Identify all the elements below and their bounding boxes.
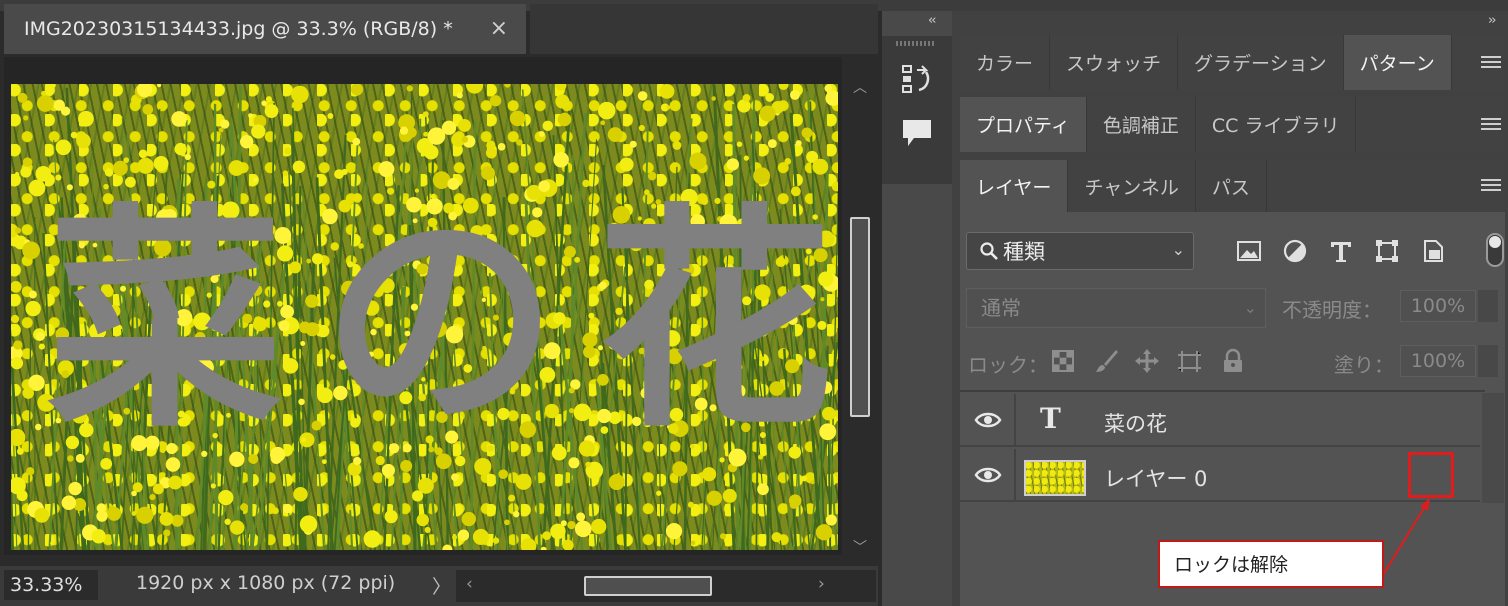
lock-artboard-icon[interactable]: [1176, 348, 1202, 374]
expand-panels-icon[interactable]: ››: [1488, 13, 1497, 28]
chevron-down-icon: ⌄: [1171, 240, 1185, 259]
layer-kind-filter[interactable]: 種類 ⌄: [966, 232, 1194, 270]
tab-adjustments[interactable]: 色調補正: [1087, 97, 1196, 152]
document-tab[interactable]: IMG20230315134433.jpg @ 33.3% (RGB/8) * …: [4, 4, 526, 54]
scroll-down-icon[interactable]: ﹀: [853, 537, 867, 557]
lock-highlight-box: [1408, 452, 1454, 498]
fill-label: 塗り：: [1334, 353, 1394, 377]
zoom-field[interactable]: 33.33%: [4, 570, 98, 600]
horizontal-scroll-thumb[interactable]: [584, 576, 712, 596]
tab-bar-empty: [530, 4, 878, 54]
eye-icon[interactable]: [974, 465, 1002, 485]
opacity-label: 不透明度：: [1282, 298, 1382, 322]
status-bar: 33.33% 1920 px x 1080 px (72 ppi) 〉 ‹ ›: [0, 566, 878, 606]
close-tab-icon[interactable]: ×: [490, 16, 508, 41]
lock-label: ロック：: [968, 353, 1048, 377]
horizontal-scrollbar[interactable]: ‹ ›: [456, 570, 876, 602]
lock-transparent-pixels-icon[interactable]: [1050, 348, 1076, 374]
canvas-text-layer: 菜 の 花: [47, 172, 837, 472]
opacity-field[interactable]: 100%: [1400, 290, 1476, 322]
layer-name[interactable]: レイヤー 0: [1104, 463, 1207, 493]
tab-patterns[interactable]: パターン: [1343, 35, 1452, 90]
scroll-left-icon[interactable]: ‹: [466, 574, 473, 594]
visibility-cell[interactable]: [960, 394, 1016, 445]
lock-all-icon[interactable]: [1220, 348, 1246, 374]
search-icon: [980, 242, 998, 260]
tab-properties[interactable]: プロパティ: [960, 97, 1087, 152]
layers-list-divider: [960, 390, 1485, 392]
grip-handle[interactable]: [896, 41, 936, 46]
blend-mode-select[interactable]: 通常 ⌄: [966, 288, 1266, 328]
tab-cc-libraries[interactable]: CC ライブラリ: [1196, 97, 1357, 152]
filter-smart-object-icon[interactable]: [1420, 238, 1446, 264]
blend-mode-value: 通常: [981, 296, 1021, 320]
icon-dock: [882, 36, 952, 184]
collapse-panels-icon[interactable]: ‹‹: [928, 13, 937, 28]
tab-gradients[interactable]: グラデーション: [1178, 35, 1344, 90]
layer-row[interactable]: T 菜の花: [960, 394, 1480, 447]
filter-type-layer-icon[interactable]: [1328, 238, 1354, 264]
chevron-down-icon: ⌄: [1243, 298, 1257, 317]
scroll-right-icon[interactable]: ›: [818, 574, 825, 594]
tab-paths[interactable]: パス: [1196, 160, 1267, 212]
document-info: 1920 px x 1080 px (72 ppi): [136, 572, 396, 594]
properties-panel-tabs: プロパティ 色調補正 CC ライブラリ: [960, 97, 1505, 152]
history-icon[interactable]: [900, 62, 934, 96]
filter-shape-layer-icon[interactable]: [1374, 238, 1400, 264]
layer-row[interactable]: レイヤー 0: [960, 449, 1480, 502]
filter-pixel-layer-icon[interactable]: [1236, 238, 1262, 264]
panel-menu-icon[interactable]: [1481, 179, 1501, 193]
scroll-up-icon[interactable]: ︿: [853, 77, 867, 97]
tab-swatches[interactable]: スウォッチ: [1050, 35, 1179, 90]
eye-icon[interactable]: [974, 410, 1002, 430]
visibility-cell[interactable]: [960, 449, 1016, 500]
status-menu-chevron-icon[interactable]: 〉: [432, 572, 451, 599]
vertical-scrollbar[interactable]: ︿ ﹀: [846, 73, 874, 563]
document-tab-title: IMG20230315134433.jpg @ 33.3% (RGB/8) *: [24, 18, 453, 40]
canvas-char-3: 花: [596, 184, 837, 459]
canvas-char-1: 菜: [47, 184, 288, 459]
tab-layers[interactable]: レイヤー: [960, 160, 1069, 212]
color-panel-tabs: カラー スウォッチ グラデーション パターン: [960, 35, 1505, 90]
lock-position-move-icon[interactable]: [1134, 348, 1160, 374]
comment-icon[interactable]: [900, 116, 934, 150]
canvas-image[interactable]: 菜 の 花: [11, 84, 838, 550]
layers-panel-tabs: レイヤー チャンネル パス: [960, 160, 1505, 212]
tab-channels[interactable]: チャンネル: [1068, 160, 1196, 212]
fill-slider-toggle[interactable]: [1478, 345, 1498, 377]
canvas-char-2: の: [321, 184, 562, 459]
tab-color[interactable]: カラー: [960, 35, 1051, 90]
layer-name[interactable]: 菜の花: [1104, 408, 1167, 438]
fill-field[interactable]: 100%: [1400, 345, 1476, 377]
panel-menu-icon[interactable]: [1481, 118, 1501, 132]
filter-adjustment-layer-icon[interactable]: [1282, 238, 1308, 264]
layer-thumbnail: [1024, 460, 1086, 496]
opacity-slider-toggle[interactable]: [1478, 290, 1498, 322]
filter-label: 種類: [1003, 240, 1045, 264]
panel-menu-icon[interactable]: [1481, 56, 1501, 70]
lock-image-pixels-brush-icon[interactable]: [1094, 348, 1120, 374]
annotation-callout: ロックは解除: [1158, 540, 1384, 588]
vertical-scroll-thumb[interactable]: [850, 217, 870, 417]
filter-toggle-switch[interactable]: [1486, 233, 1504, 267]
layers-scrollbar[interactable]: [1482, 393, 1504, 503]
type-layer-icon: T: [1040, 402, 1061, 435]
